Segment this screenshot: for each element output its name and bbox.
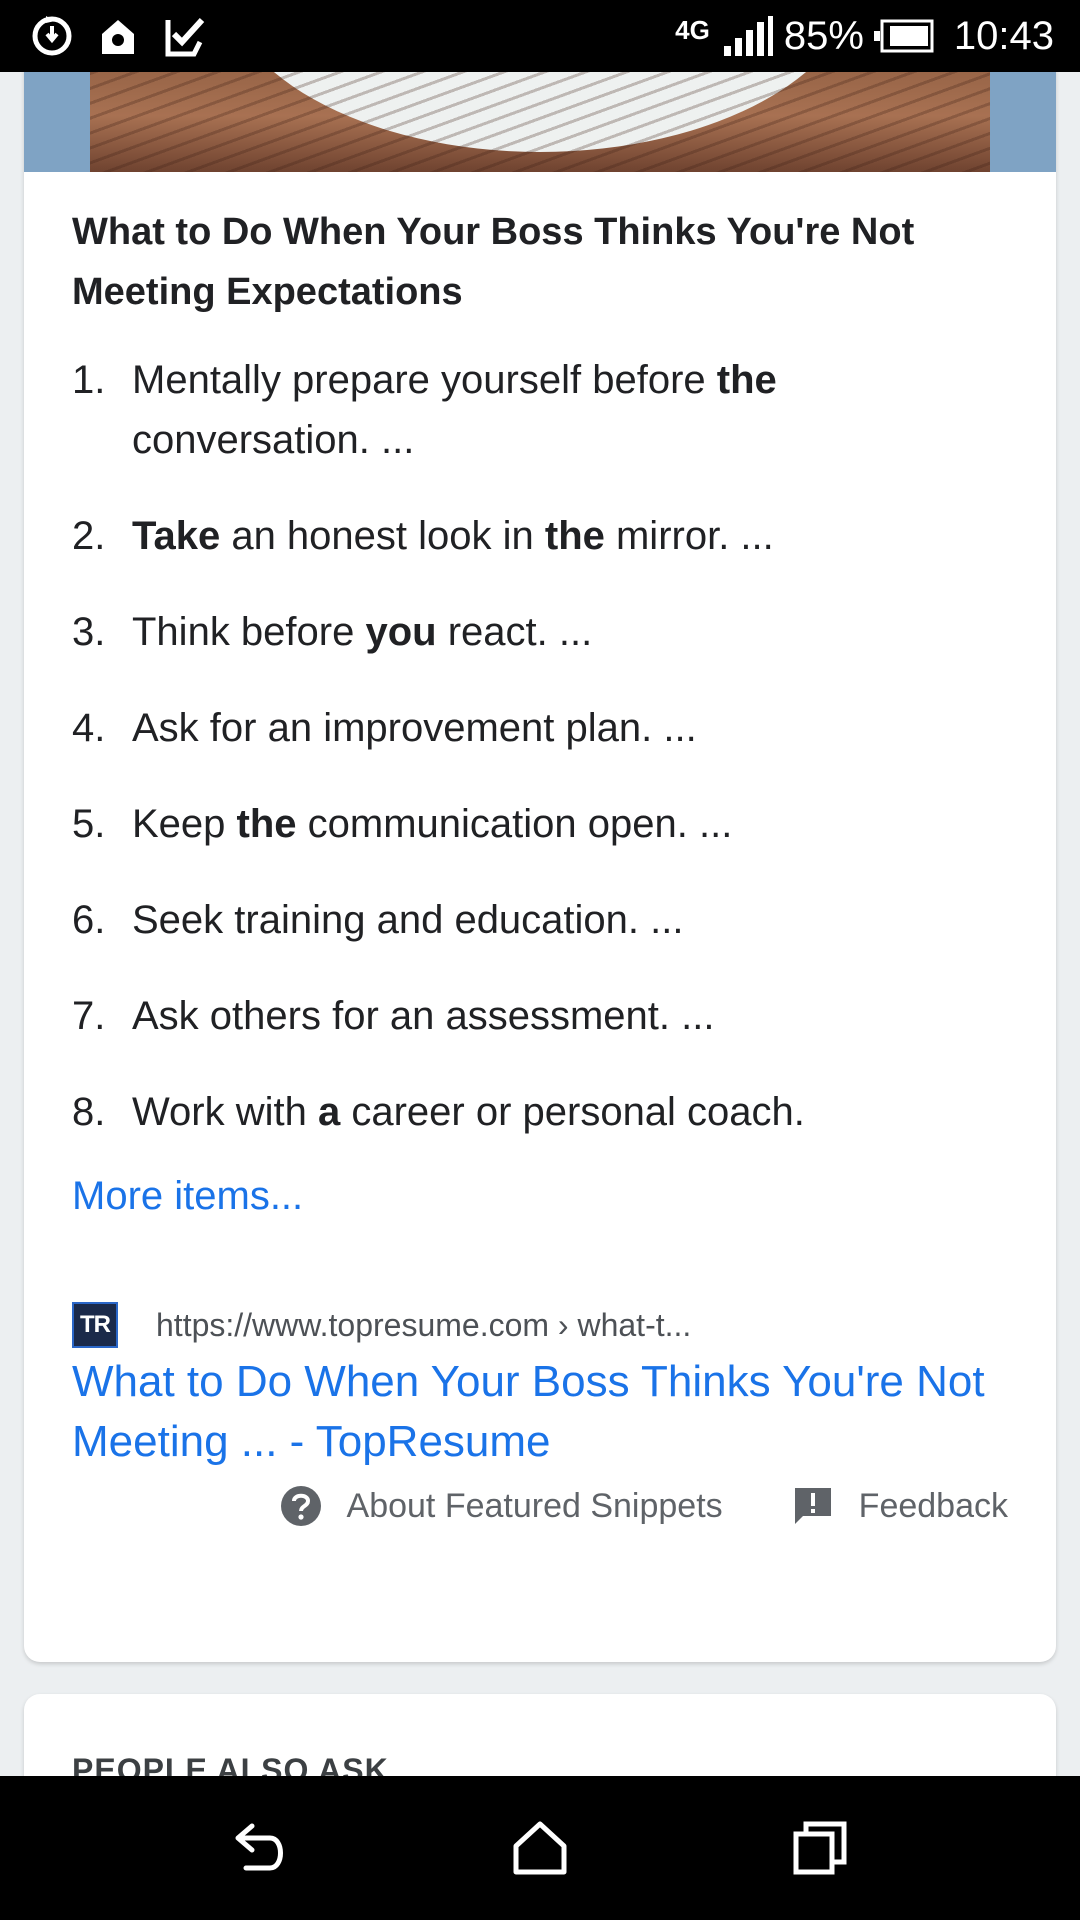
search-results[interactable]: What to Do When Your Boss Thinks You're … xyxy=(0,72,1080,1776)
featured-snippet-card: What to Do When Your Boss Thinks You're … xyxy=(24,72,1056,1662)
step-text-bold: Take xyxy=(132,514,221,558)
result-source[interactable]: TR https://www.topresume.com › what-t... xyxy=(72,1298,691,1352)
step-number: 7. xyxy=(72,994,106,1038)
eye-lashes xyxy=(90,72,990,172)
step-text: mirror. ... xyxy=(604,514,774,558)
snippet-title: What to Do When Your Boss Thinks You're … xyxy=(72,211,915,313)
step-text: Ask for an improvement plan. ... xyxy=(132,706,697,750)
feedback-label: Feedback xyxy=(858,1486,1008,1525)
snippet-step: 6. Seek training and education. ... xyxy=(72,890,1012,950)
clock: 10:43 xyxy=(953,13,1054,58)
step-text-bold: the xyxy=(544,514,605,558)
recent-apps-icon[interactable] xyxy=(784,1812,856,1884)
site-favicon: TR xyxy=(72,1302,118,1348)
snippet-step: 4. Ask for an improvement plan. ... xyxy=(72,698,1012,758)
status-system-icons: 4G 85% 10:43 xyxy=(675,0,1054,72)
step-text: Work with xyxy=(132,1090,318,1134)
step-text: Think before xyxy=(132,610,366,654)
snippet-steps-list: 1. Mentally prepare yourself before the c… xyxy=(72,350,1012,1178)
snippet-image[interactable] xyxy=(24,72,1056,172)
snippet-step: 1. Mentally prepare yourself before the c… xyxy=(72,350,1012,470)
step-number: 8. xyxy=(72,1090,106,1134)
feedback-icon xyxy=(794,1488,831,1524)
feedback-button[interactable]: Feedback xyxy=(791,1484,1008,1528)
step-text: an honest look in xyxy=(220,514,545,558)
status-bar: 4G 85% 10:43 xyxy=(0,0,1080,72)
snippet-step: 2. Take an honest look in the mirror. ... xyxy=(72,506,1012,566)
step-number: 6. xyxy=(72,898,106,942)
result-title-link[interactable]: What to Do When Your Boss Thinks You're … xyxy=(72,1352,1032,1472)
snippet-step: 7. Ask others for an assessment. ... xyxy=(72,986,1012,1046)
snippet-step: 3. Think before you react. ... xyxy=(72,602,1012,662)
help-icon xyxy=(280,1486,321,1526)
people-also-ask-card: PEOPLE ALSO ASK xyxy=(24,1694,1056,1776)
step-text: Seek training and education. ... xyxy=(132,898,684,942)
people-also-ask-title: PEOPLE ALSO ASK xyxy=(72,1752,389,1776)
step-text-bold: a xyxy=(317,1090,341,1134)
back-icon[interactable] xyxy=(224,1812,296,1884)
step-text: conversation. ... xyxy=(132,418,415,462)
step-text-bold: the xyxy=(716,358,777,402)
eye-image xyxy=(90,72,990,172)
navigation-bar xyxy=(0,1776,1080,1920)
network-type: 4G xyxy=(675,14,710,45)
about-snippets-button[interactable]: About Featured Snippets xyxy=(279,1484,723,1528)
battery-percent: 85% xyxy=(783,13,864,58)
signal-icon xyxy=(723,16,773,56)
step-text: Ask others for an assessment. ... xyxy=(132,994,715,1038)
step-text: communication open. ... xyxy=(296,802,733,846)
step-number: 5. xyxy=(72,802,106,846)
snippet-step: 5. Keep the communication open. ... xyxy=(72,794,1012,854)
step-text: Keep xyxy=(132,802,237,846)
step-text: react. ... xyxy=(436,610,593,654)
source-url: https://www.topresume.com › what-t... xyxy=(156,1306,692,1343)
battery-icon xyxy=(873,19,934,53)
step-text-bold: you xyxy=(365,610,437,654)
step-number: 4. xyxy=(72,706,106,750)
sync-icon xyxy=(32,16,72,56)
step-number: 1. xyxy=(72,358,106,402)
step-number: 2. xyxy=(72,514,106,558)
status-notification-icons xyxy=(28,12,208,60)
snippet-footer: About Featured Snippets Feedback xyxy=(279,1476,1008,1536)
home-icon[interactable] xyxy=(504,1812,576,1884)
snippet-step: 8. Work with a career or personal coach. xyxy=(72,1082,1012,1142)
task-check-icon xyxy=(165,17,205,57)
step-text-bold: the xyxy=(236,802,297,846)
step-number: 3. xyxy=(72,610,106,654)
about-snippets-label: About Featured Snippets xyxy=(346,1486,723,1525)
step-text: Mentally prepare yourself before xyxy=(132,358,717,402)
location-icon xyxy=(102,20,134,54)
step-text: career or personal coach. xyxy=(340,1090,805,1134)
more-items-link[interactable]: More items... xyxy=(72,1166,303,1226)
